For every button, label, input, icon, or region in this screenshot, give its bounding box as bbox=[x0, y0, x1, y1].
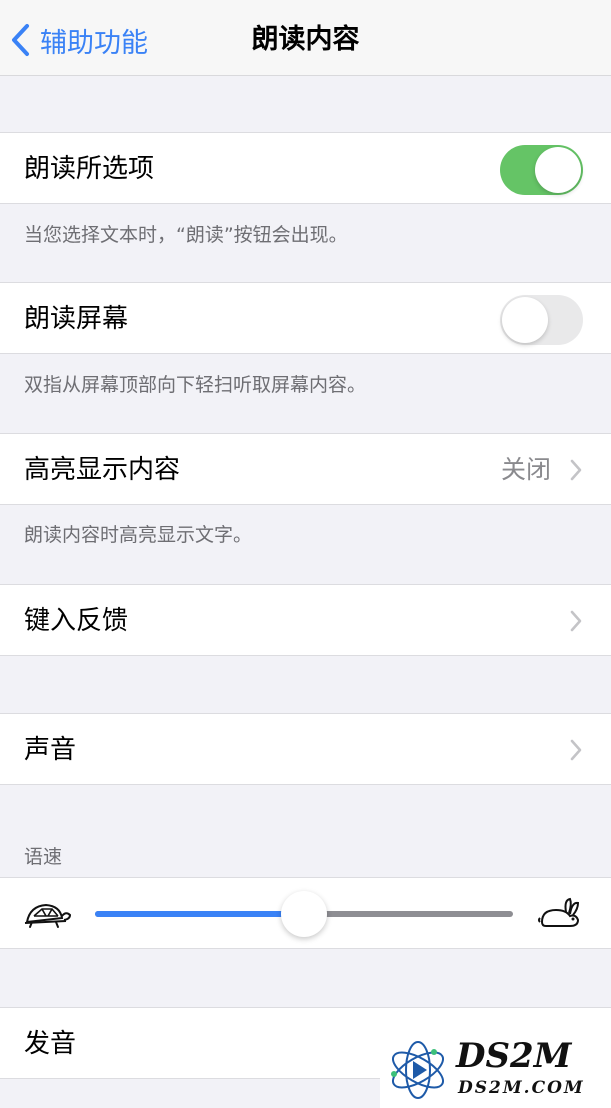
speak-screen-toggle[interactable] bbox=[500, 295, 583, 345]
pronunciations-label: 发音 bbox=[24, 1029, 77, 1059]
speaking-rate-header: 语速 bbox=[24, 846, 63, 868]
speak-screen-footer: 双指从屏幕顶部向下轻扫听取屏幕内容。 bbox=[24, 374, 367, 396]
watermark-subtext: DS2M.COM bbox=[458, 1078, 585, 1098]
voices-row[interactable]: 声音 bbox=[0, 713, 611, 785]
highlight-content-footer: 朗读内容时高亮显示文字。 bbox=[24, 524, 253, 546]
slider-fill bbox=[95, 911, 304, 917]
speak-selection-footer: 当您选择文本时，“朗读”按钮会出现。 bbox=[24, 224, 348, 246]
watermark-logo: DS2M DS2M.COM bbox=[380, 1030, 611, 1108]
slider-thumb[interactable] bbox=[281, 891, 327, 937]
speak-selection-toggle[interactable] bbox=[500, 145, 583, 195]
highlight-content-value: 关闭 bbox=[500, 455, 551, 484]
speaking-rate-row bbox=[0, 877, 611, 949]
page-title: 朗读内容 bbox=[251, 24, 360, 55]
chevron-right-icon bbox=[570, 739, 582, 761]
speak-selection-row: 朗读所选项 bbox=[0, 132, 611, 204]
highlight-content-row[interactable]: 高亮显示内容 关闭 bbox=[0, 433, 611, 505]
rabbit-icon bbox=[538, 897, 580, 927]
toggle-knob bbox=[535, 147, 581, 193]
speaking-rate-slider[interactable] bbox=[95, 891, 513, 937]
chevron-right-icon bbox=[570, 610, 582, 632]
typing-feedback-label: 键入反馈 bbox=[24, 606, 129, 636]
speak-screen-row: 朗读屏幕 bbox=[0, 282, 611, 354]
speak-screen-label: 朗读屏幕 bbox=[24, 304, 129, 334]
typing-feedback-row[interactable]: 键入反馈 bbox=[0, 584, 611, 656]
highlight-content-label: 高亮显示内容 bbox=[24, 455, 181, 485]
speak-selection-label: 朗读所选项 bbox=[24, 154, 155, 184]
turtle-icon bbox=[24, 903, 72, 928]
chevron-right-icon bbox=[570, 459, 582, 481]
voices-label: 声音 bbox=[24, 735, 77, 765]
watermark-text: DS2M bbox=[456, 1036, 572, 1076]
toggle-knob bbox=[502, 297, 548, 343]
navigation-bar: 辅助功能 朗读内容 bbox=[0, 0, 611, 76]
